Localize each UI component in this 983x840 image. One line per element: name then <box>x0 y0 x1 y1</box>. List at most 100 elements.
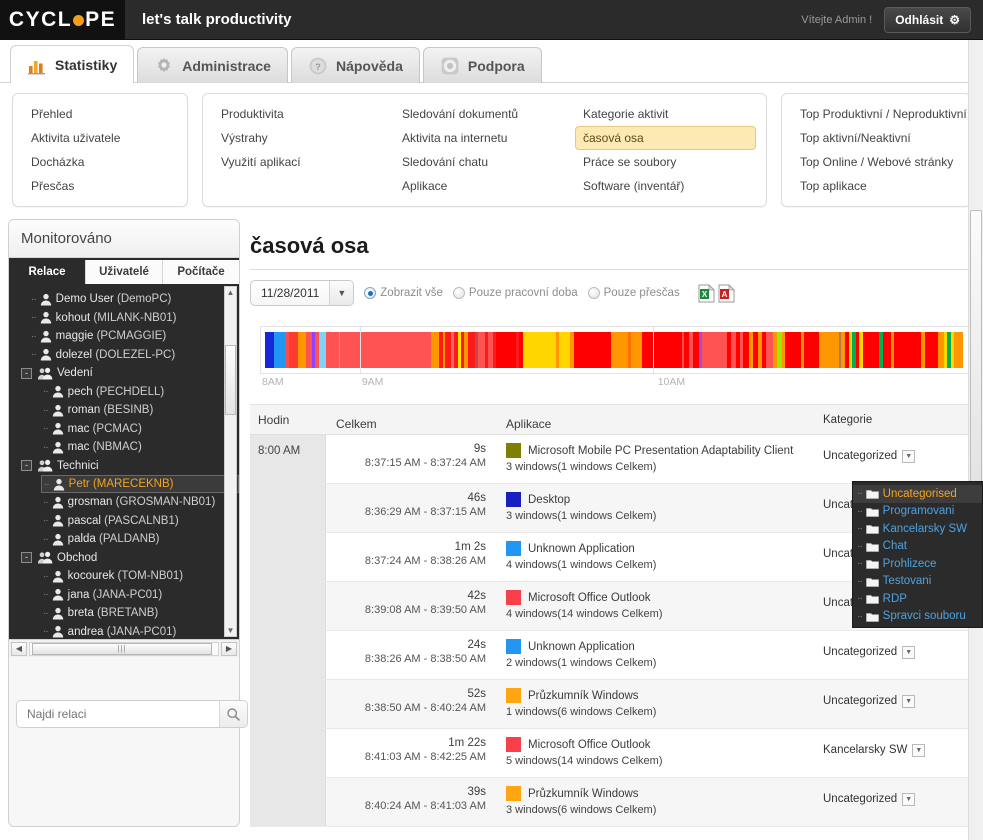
sidebar-tab-uzivatele[interactable]: Uživatelé <box>86 260 163 284</box>
cell-category[interactable]: Uncategorized ▼ <box>823 778 973 826</box>
menu-item-aplikace[interactable]: Aplikace <box>394 174 575 198</box>
cell-category[interactable]: Uncategorized ▼ <box>823 680 973 728</box>
menu-item-prescas[interactable]: Přesčas <box>23 174 128 198</box>
menu-item-casova-osa[interactable]: časová osa <box>575 126 756 150</box>
chevron-down-icon[interactable]: ▼ <box>902 695 916 708</box>
sidebar-tab-pocitace[interactable]: Počítače <box>163 260 239 284</box>
session-tree[interactable]: ·· Demo User (DemoPC) ·· kohout (MILANK-NB0… <box>9 284 239 639</box>
radio-prescas[interactable]: Pouze přesčas <box>587 287 680 299</box>
tree-item-3[interactable]: ·· dolezel (DOLEZEL-PC) <box>29 346 239 365</box>
chevron-down-icon[interactable]: ▼ <box>902 646 916 659</box>
tree-item-12[interactable]: ·· pascal (PASCALNB1) <box>41 512 239 531</box>
cell-category[interactable]: Uncategorized ▼ <box>823 631 973 679</box>
search-button[interactable] <box>219 701 247 727</box>
excel-export-icon[interactable]: X <box>698 283 715 303</box>
table-row[interactable]: 52s 8:38:50 AM - 8:40:24 AM Průzkumník Win… <box>250 680 973 729</box>
scroll-up-icon[interactable]: ▲ <box>226 288 235 297</box>
tab-podpora[interactable]: Podpora <box>422 47 542 83</box>
logo[interactable]: CYCL PE <box>0 0 125 40</box>
table-row[interactable]: 39s 8:40:24 AM - 8:41:03 AM Průzkumník Win… <box>250 778 973 827</box>
radio-pracovni-doba[interactable]: Pouze pracovní doba <box>452 287 578 299</box>
menu-item-dochazka[interactable]: Docházka <box>23 150 128 174</box>
chevron-down-icon[interactable]: ▼ <box>329 281 354 305</box>
table-row[interactable]: 24s 8:38:26 AM - 8:38:50 AM Unknown Applic… <box>250 631 973 680</box>
chevron-down-icon[interactable]: ▼ <box>912 744 926 757</box>
tree-expander-icon[interactable]: - <box>21 460 32 472</box>
chevron-down-icon[interactable]: ▼ <box>902 793 916 806</box>
menu-item-produktivita[interactable]: Produktivita <box>213 102 394 126</box>
tree-horizontal-scrollbar[interactable]: ◀ ||| ▶ <box>9 639 239 657</box>
scroll-right-icon[interactable]: ▶ <box>221 641 237 656</box>
scroll-down-icon[interactable]: ▼ <box>226 626 235 635</box>
scrollbar-thumb[interactable] <box>225 345 236 415</box>
menu-item-vystrahy[interactable]: Výstrahy <box>213 126 394 150</box>
tree-item-5[interactable]: ·· pech (PECHDELL) <box>41 383 239 402</box>
pdf-export-icon[interactable]: A <box>718 283 735 303</box>
tree-item-15[interactable]: ·· kocourek (TOM-NB01) <box>41 567 239 586</box>
tree-expander-icon[interactable]: - <box>21 367 32 379</box>
dropdown-item-2[interactable]: ·· Kancelarsky SW <box>853 520 982 538</box>
tree-group-9[interactable]: - Technici <box>19 457 239 476</box>
tree-item-13[interactable]: ·· palda (PALDANB) <box>41 530 239 549</box>
menu-item-top-online[interactable]: Top Online / Webové stránky <box>792 150 975 174</box>
sidebar-tab-relace[interactable]: Relace <box>9 260 86 284</box>
dropdown-item-0[interactable]: ·· Uncategorised <box>853 485 982 503</box>
tree-item-2[interactable]: ·· maggie (PCMAGGIE) <box>29 327 239 346</box>
timeline-track[interactable] <box>260 326 969 374</box>
category-dropdown-menu[interactable]: ·· Uncategorised ·· Programovani ·· Kancelars… <box>852 481 983 628</box>
radio-input[interactable] <box>364 287 377 299</box>
hscroll-track[interactable]: ||| <box>29 641 219 656</box>
cell-category[interactable]: Kancelarsky SW ▼ <box>823 729 973 777</box>
tree-item-7[interactable]: ·· mac (PCMAC) <box>41 420 239 439</box>
user-icon <box>52 441 63 454</box>
radio-zobrazit-vse[interactable]: Zobrazit vše <box>364 287 443 299</box>
session-search[interactable] <box>16 700 248 728</box>
tree-item-10[interactable]: ·· Petr (MARECEKNB) <box>41 475 239 493</box>
radio-input[interactable] <box>587 287 600 299</box>
tab-napoveda[interactable]: ? Nápověda <box>290 47 420 83</box>
tree-item-8[interactable]: ·· mac (NBMAC) <box>41 438 239 457</box>
dropdown-item-5[interactable]: ·· Testovani <box>853 573 982 591</box>
menu-item-top-produktivni[interactable]: Top Produktivní / Neproduktivní <box>792 102 975 126</box>
table-row[interactable]: 8:00 AM 9s 8:37:15 AM - 8:37:24 AM Microsof… <box>250 435 973 484</box>
table-row[interactable]: 1m 22s 8:41:03 AM - 8:42:25 AM Microsoft O… <box>250 729 973 778</box>
tree-item-18[interactable]: ·· andrea (JANA-PC01) <box>41 623 239 640</box>
chevron-down-icon[interactable]: ▼ <box>902 450 916 463</box>
tree-item-1[interactable]: ·· kohout (MILANK-NB01) <box>29 309 239 328</box>
menu-item-kategorie-aktivit[interactable]: Kategorie aktivit <box>575 102 756 126</box>
tree-vertical-scrollbar[interactable]: ▲ ▼ <box>224 286 237 637</box>
dropdown-item-1[interactable]: ·· Programovani <box>853 503 982 521</box>
dropdown-item-7[interactable]: ·· Spravci souboru <box>853 608 982 626</box>
tree-item-16[interactable]: ·· jana (JANA-PC01) <box>41 586 239 605</box>
hscroll-thumb[interactable]: ||| <box>32 642 212 655</box>
menu-item-aktivita-na-internetu[interactable]: Aktivita na internetu <box>394 126 575 150</box>
menu-item-prace-se-soubory[interactable]: Práce se soubory <box>575 150 756 174</box>
menu-item-sledovani-dokumentu[interactable]: Sledování dokumentů <box>394 102 575 126</box>
tab-statistiky[interactable]: Statistiky <box>10 45 135 83</box>
tree-item-6[interactable]: ·· roman (BESINB) <box>41 401 239 420</box>
menu-item-aktivita-uzivatele[interactable]: Aktivita uživatele <box>23 126 128 150</box>
tree-item-0[interactable]: ·· Demo User (DemoPC) <box>29 290 239 309</box>
dropdown-item-4[interactable]: ·· Prohlizece <box>853 555 982 573</box>
menu-item-software-inventar[interactable]: Software (inventář) <box>575 174 756 198</box>
tab-administrace[interactable]: Administrace <box>137 47 288 83</box>
dropdown-item-3[interactable]: ·· Chat <box>853 538 982 556</box>
radio-input[interactable] <box>452 287 465 299</box>
tree-group-14[interactable]: - Obchod <box>19 549 239 568</box>
logout-button[interactable]: Odhlásit ⚙ <box>884 6 971 33</box>
tree-item-17[interactable]: ·· breta (BRETANB) <box>41 604 239 623</box>
menu-item-top-aktivni[interactable]: Top aktivní/Neaktivní <box>792 126 975 150</box>
tree-item-11[interactable]: ·· grosman (GROSMAN-NB01) <box>41 493 239 512</box>
tree-group-4[interactable]: - Vedení <box>19 364 239 383</box>
cell-category[interactable]: Uncategorized ▼ <box>823 435 973 483</box>
menu-item-prehled[interactable]: Přehled <box>23 102 128 126</box>
date-picker[interactable]: 11/28/2011 ▼ <box>250 280 355 306</box>
page-scrollbar[interactable] <box>968 40 983 840</box>
menu-item-sledovani-chatu[interactable]: Sledování chatu <box>394 150 575 174</box>
menu-item-top-aplikace[interactable]: Top aplikace <box>792 174 975 198</box>
search-input[interactable] <box>17 701 219 727</box>
tree-expander-icon[interactable]: - <box>21 552 32 564</box>
menu-item-vyuziti-aplikaci[interactable]: Využití aplikací <box>213 150 394 174</box>
dropdown-item-6[interactable]: ·· RDP <box>853 590 982 608</box>
scroll-left-icon[interactable]: ◀ <box>11 641 27 656</box>
